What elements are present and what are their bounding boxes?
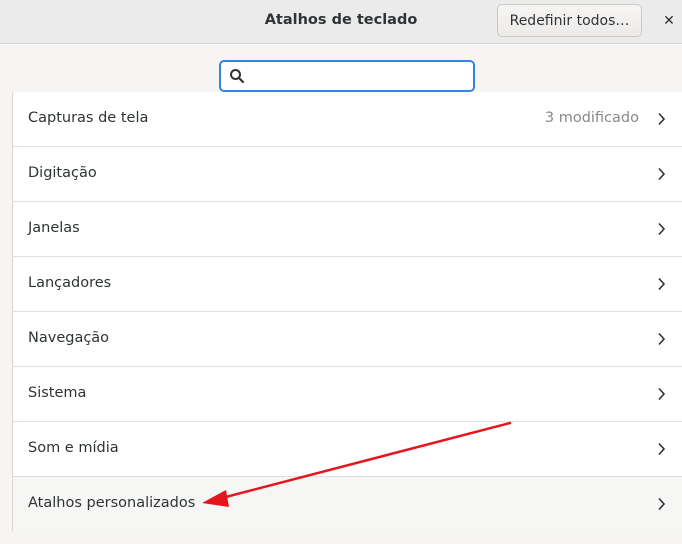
row-label: Atalhos personalizados (28, 495, 196, 511)
list-item-atalhos-personalizados[interactable]: Atalhos personalizados (13, 477, 682, 532)
search-input[interactable] (251, 65, 471, 89)
header-bar: Atalhos de teclado Redefinir todos… ✕ (0, 0, 682, 44)
search-box[interactable] (219, 60, 475, 92)
chevron-right-icon (658, 332, 666, 346)
chevron-right-icon (658, 112, 666, 126)
row-label: Som e mídia (28, 440, 119, 456)
list-item-som-e-midia[interactable]: Som e mídia (13, 422, 682, 477)
chevron-right-icon (658, 387, 666, 401)
search-area (0, 45, 682, 92)
close-icon[interactable]: ✕ (658, 10, 680, 32)
row-label: Digitação (28, 165, 97, 181)
list-item-capturas-de-tela[interactable]: Capturas de tela 3 modificado (13, 92, 682, 147)
list-item-janelas[interactable]: Janelas (13, 202, 682, 257)
list-item-sistema[interactable]: Sistema (13, 367, 682, 422)
chevron-right-icon (658, 277, 666, 291)
row-label: Capturas de tela (28, 110, 149, 126)
reset-all-button[interactable]: Redefinir todos… (497, 4, 642, 37)
search-icon (230, 69, 245, 84)
list-item-digitacao[interactable]: Digitação (13, 147, 682, 202)
chevron-right-icon (658, 222, 666, 236)
row-status: 3 modificado (544, 110, 639, 126)
row-label: Sistema (28, 385, 87, 401)
chevron-right-icon (658, 442, 666, 456)
row-label: Navegação (28, 330, 110, 346)
shortcut-category-list: Capturas de tela 3 modificado Digitação … (12, 92, 682, 532)
list-item-navegacao[interactable]: Navegação (13, 312, 682, 367)
chevron-right-icon (658, 497, 666, 511)
row-label: Lançadores (28, 275, 112, 291)
row-label: Janelas (28, 220, 80, 236)
chevron-right-icon (658, 167, 666, 181)
list-item-lancadores[interactable]: Lançadores (13, 257, 682, 312)
